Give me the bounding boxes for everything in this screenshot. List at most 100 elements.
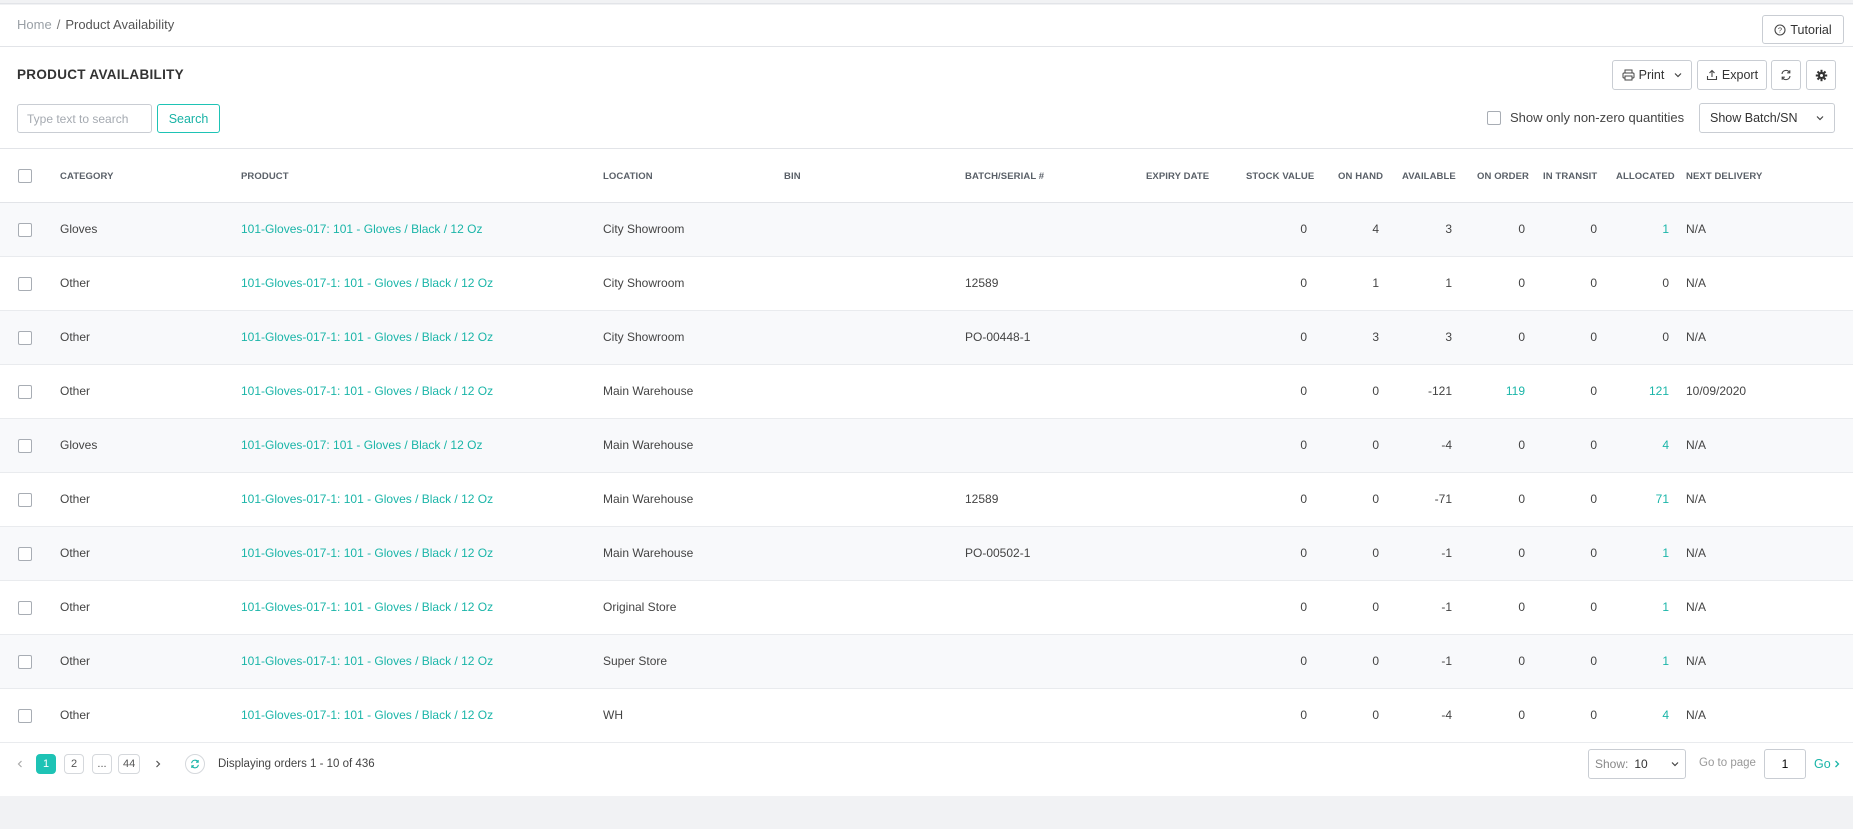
cell-product[interactable]: 101-Gloves-017-1: 101 - Gloves / Black /… — [241, 708, 493, 722]
row-checkbox[interactable] — [18, 655, 32, 669]
cell-allocated[interactable]: 71 — [1656, 492, 1669, 506]
cell-product[interactable]: 101-Gloves-017-1: 101 - Gloves / Black /… — [241, 276, 493, 290]
cell-on-order: 0 — [1518, 708, 1525, 722]
print-button[interactable]: Print — [1612, 60, 1692, 90]
reload-page-button[interactable] — [185, 754, 205, 774]
cell-on-order[interactable]: 119 — [1506, 384, 1525, 398]
column-header[interactable]: BIN — [784, 171, 801, 182]
column-header[interactable]: STOCK VALUE — [1246, 171, 1314, 182]
cell-product[interactable]: 101-Gloves-017-1: 101 - Gloves / Black /… — [241, 330, 493, 344]
table-row[interactable]: Other 101-Gloves-017-1: 101 - Gloves / Bl… — [0, 635, 1853, 689]
column-header[interactable]: AVAILABLE — [1402, 171, 1456, 182]
cell-product[interactable]: 101-Gloves-017: 101 - Gloves / Black / 1… — [241, 438, 482, 452]
row-checkbox[interactable] — [18, 493, 32, 507]
table-row[interactable]: Other 101-Gloves-017-1: 101 - Gloves / Bl… — [0, 527, 1853, 581]
page-size-select[interactable]: Show: 10 — [1588, 749, 1686, 779]
page-button-1[interactable]: 1 — [36, 754, 56, 774]
cell-product[interactable]: 101-Gloves-017-1: 101 - Gloves / Black /… — [241, 654, 493, 668]
table-body: Gloves 101-Gloves-017: 101 - Gloves / Bla… — [0, 203, 1853, 743]
column-header[interactable]: BATCH/SERIAL # — [965, 171, 1044, 182]
cell-allocated[interactable]: 4 — [1662, 438, 1669, 452]
cell-on-hand: 0 — [1372, 384, 1379, 398]
column-header[interactable]: ALLOCATED — [1616, 171, 1675, 182]
row-checkbox[interactable] — [18, 331, 32, 345]
cell-in-transit: 0 — [1590, 492, 1597, 506]
chevron-down-icon — [1671, 761, 1679, 767]
go-button[interactable]: Go — [1814, 757, 1840, 771]
cell-product[interactable]: 101-Gloves-017-1: 101 - Gloves / Black /… — [241, 384, 493, 398]
goto-page-input[interactable] — [1764, 749, 1806, 779]
cell-allocated[interactable]: 4 — [1662, 708, 1669, 722]
nonzero-filter[interactable]: Show only non-zero quantities — [1487, 110, 1684, 125]
row-checkbox[interactable] — [18, 277, 32, 291]
refresh-button[interactable] — [1771, 60, 1801, 90]
table-row[interactable]: Other 101-Gloves-017-1: 101 - Gloves / Bl… — [0, 311, 1853, 365]
svg-text:?: ? — [1778, 25, 1782, 34]
cell-product[interactable]: 101-Gloves-017: 101 - Gloves / Black / 1… — [241, 222, 482, 236]
page-button-2[interactable]: 2 — [64, 754, 84, 774]
nonzero-checkbox[interactable] — [1487, 110, 1501, 125]
cell-product[interactable]: 101-Gloves-017-1: 101 - Gloves / Black /… — [241, 600, 493, 614]
cell-allocated[interactable]: 1 — [1662, 600, 1669, 614]
next-page-button[interactable] — [148, 754, 168, 774]
row-checkbox[interactable] — [18, 439, 32, 453]
cell-category: Other — [60, 546, 91, 560]
cell-category: Other — [60, 492, 91, 506]
cell-location: City Showroom — [603, 276, 685, 290]
chevron-right-icon — [155, 760, 161, 768]
table-row[interactable]: Gloves 101-Gloves-017: 101 - Gloves / Bla… — [0, 203, 1853, 257]
cell-allocated[interactable]: 1 — [1662, 654, 1669, 668]
search-button[interactable]: Search — [157, 104, 220, 133]
row-checkbox[interactable] — [18, 547, 32, 561]
cell-location: City Showroom — [603, 222, 685, 236]
cell-allocated: 0 — [1662, 330, 1669, 344]
cell-on-order: 0 — [1518, 330, 1525, 344]
cell-on-hand: 0 — [1372, 654, 1379, 668]
cell-allocated[interactable]: 1 — [1662, 546, 1669, 560]
export-button[interactable]: Export — [1697, 60, 1767, 90]
table-row[interactable]: Other 101-Gloves-017-1: 101 - Gloves / Bl… — [0, 365, 1853, 419]
prev-page-button[interactable] — [10, 754, 30, 774]
chevron-right-icon — [1834, 760, 1840, 768]
table-row[interactable]: Other 101-Gloves-017-1: 101 - Gloves / Bl… — [0, 473, 1853, 527]
row-checkbox[interactable] — [18, 601, 32, 615]
cell-stock-value: 0 — [1300, 492, 1307, 506]
cell-next-delivery: N/A — [1686, 708, 1707, 722]
row-checkbox[interactable] — [18, 223, 32, 237]
table-row[interactable]: Gloves 101-Gloves-017: 101 - Gloves / Bla… — [0, 419, 1853, 473]
column-header[interactable]: PRODUCT — [241, 171, 289, 182]
cell-category: Gloves — [60, 438, 98, 452]
cell-available: -1 — [1441, 600, 1452, 614]
column-header[interactable]: NEXT DELIVERY — [1686, 171, 1762, 182]
row-checkbox[interactable] — [18, 709, 32, 723]
page-title: PRODUCT AVAILABILITY — [17, 67, 184, 82]
column-header[interactable]: LOCATION — [603, 171, 653, 182]
column-header[interactable]: IN TRANSIT — [1543, 171, 1597, 182]
cell-available: 1 — [1445, 276, 1452, 290]
cell-allocated[interactable]: 121 — [1649, 384, 1669, 398]
cell-product[interactable]: 101-Gloves-017-1: 101 - Gloves / Black /… — [241, 492, 493, 506]
column-header[interactable]: CATEGORY — [60, 171, 114, 182]
search-input[interactable] — [17, 104, 152, 133]
table-row[interactable]: Other 101-Gloves-017-1: 101 - Gloves / Bl… — [0, 257, 1853, 311]
row-checkbox[interactable] — [18, 385, 32, 399]
settings-button[interactable] — [1806, 60, 1836, 90]
column-header[interactable]: ON HAND — [1338, 171, 1383, 182]
page-button-44[interactable]: 44 — [118, 754, 141, 774]
cell-on-order: 0 — [1518, 438, 1525, 452]
column-header[interactable]: EXPIRY DATE — [1146, 171, 1209, 182]
select-all-checkbox[interactable] — [18, 169, 32, 183]
table-row[interactable]: Other 101-Gloves-017-1: 101 - Gloves / Bl… — [0, 689, 1853, 743]
cell-product[interactable]: 101-Gloves-017-1: 101 - Gloves / Black /… — [241, 546, 493, 560]
cell-in-transit: 0 — [1590, 438, 1597, 452]
cell-available: -4 — [1441, 438, 1452, 452]
cell-allocated[interactable]: 1 — [1662, 222, 1669, 236]
breadcrumb-home-link[interactable]: Home — [17, 17, 52, 32]
table-row[interactable]: Other 101-Gloves-017-1: 101 - Gloves / Bl… — [0, 581, 1853, 635]
column-header[interactable]: ON ORDER — [1477, 171, 1529, 182]
batch-sn-select[interactable]: Show Batch/SN — [1699, 103, 1835, 133]
cell-next-delivery: N/A — [1686, 600, 1707, 614]
tutorial-button[interactable]: ? Tutorial — [1762, 15, 1844, 44]
cell-next-delivery: N/A — [1686, 492, 1707, 506]
batch-sn-select-value: Show Batch/SN — [1710, 111, 1798, 125]
